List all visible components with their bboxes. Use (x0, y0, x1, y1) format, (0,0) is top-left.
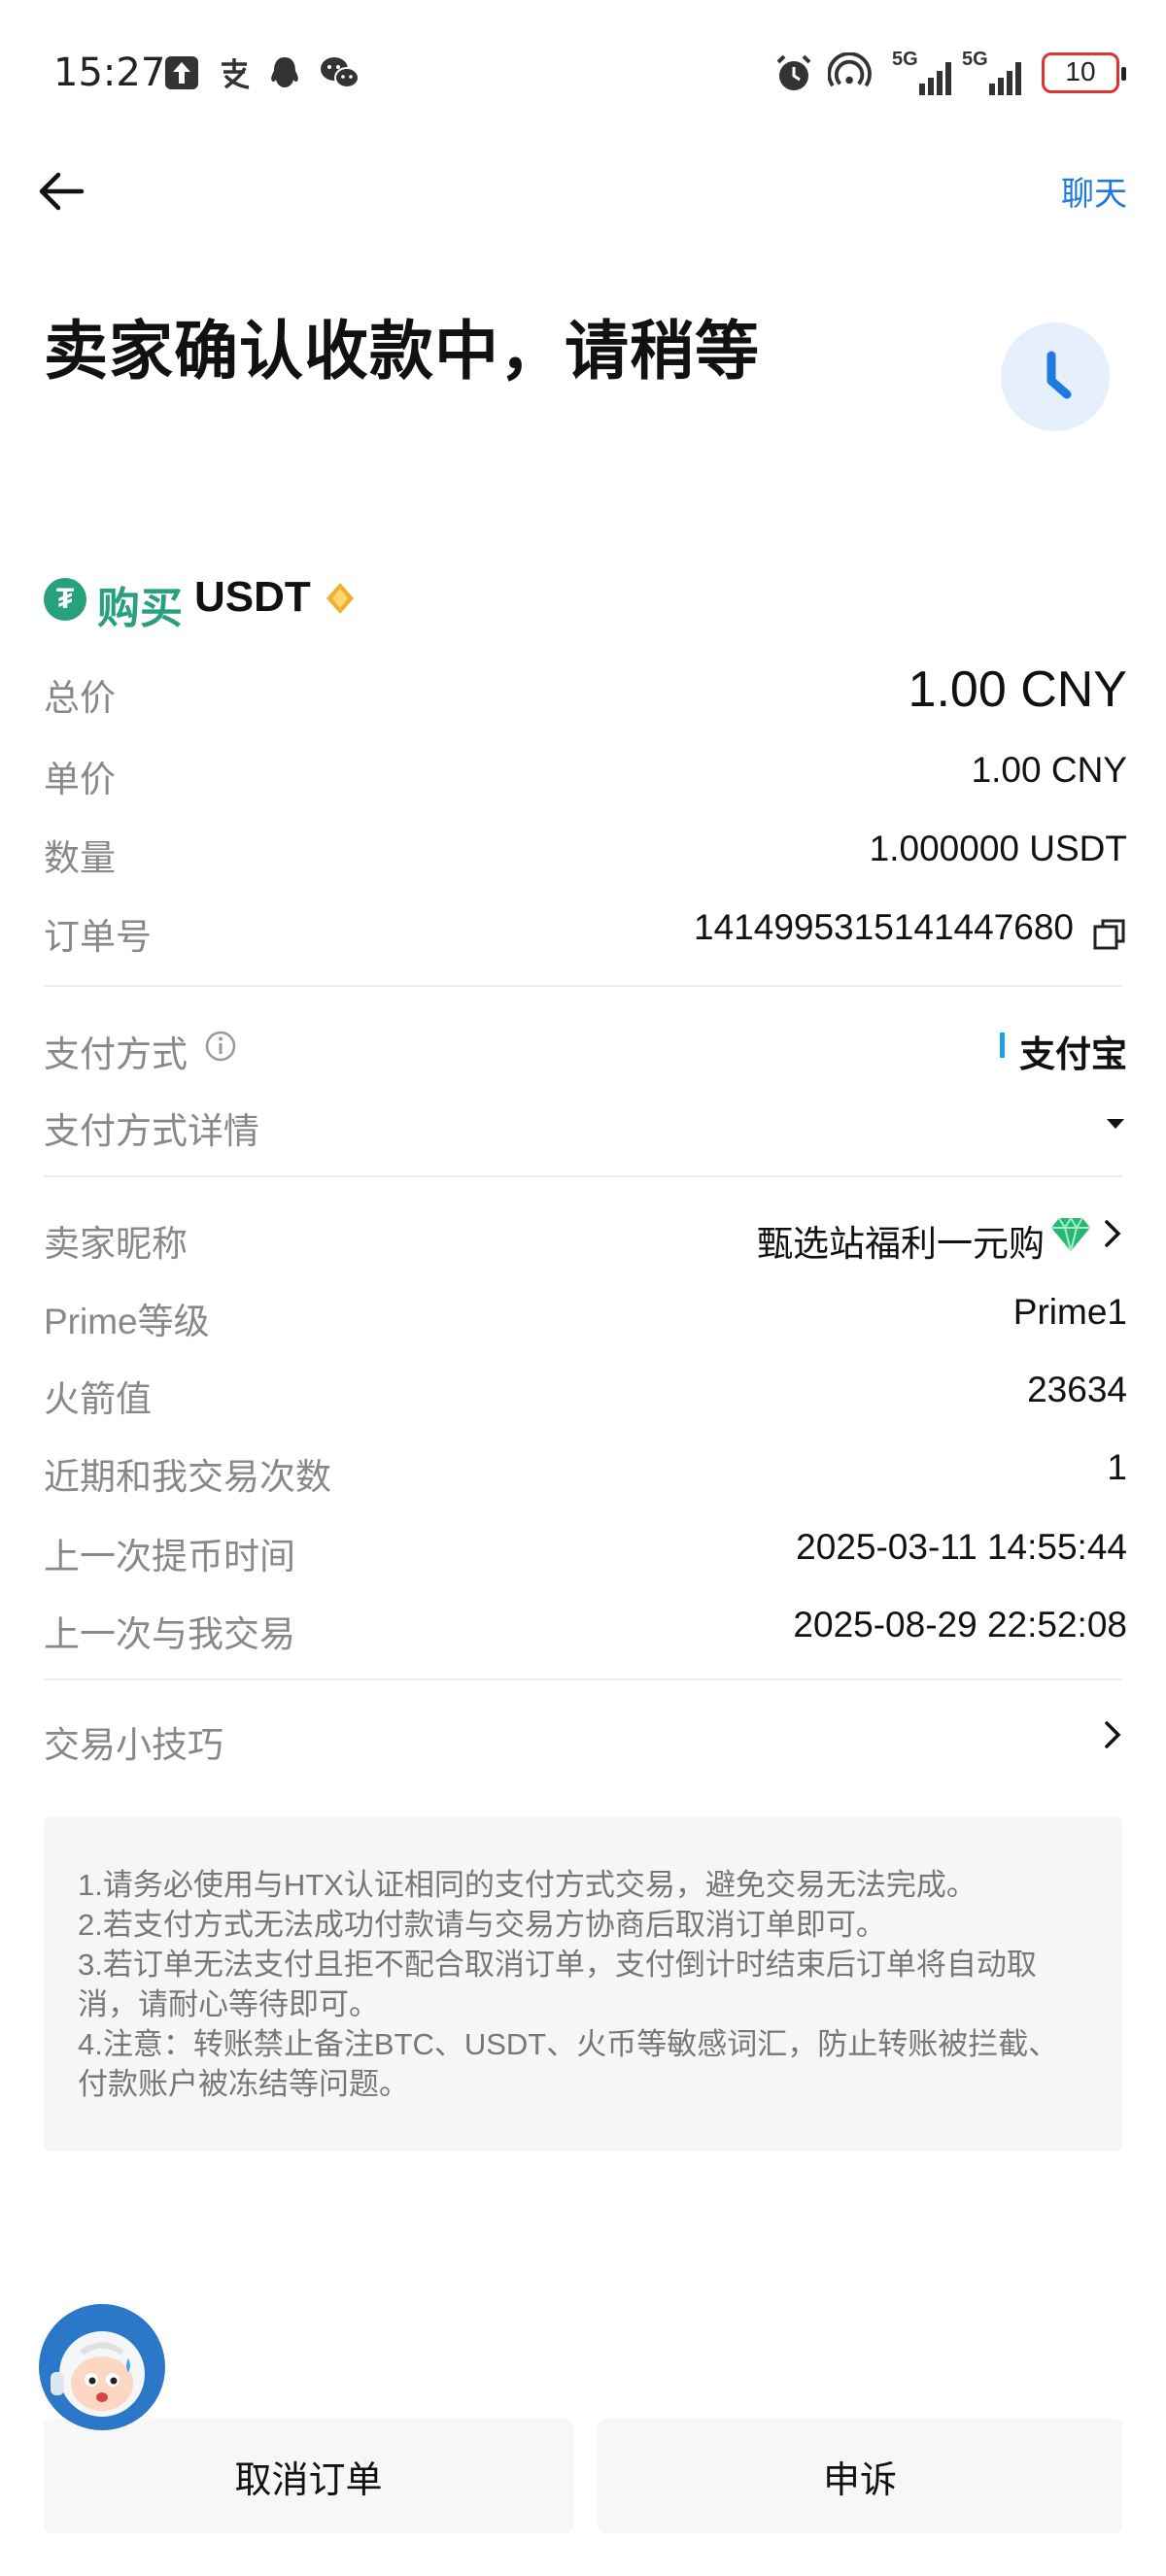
seller-nickname-value[interactable]: 甄选站福利一元购 (757, 1214, 1045, 1267)
appeal-button[interactable]: 申诉 (598, 2419, 1122, 2533)
upload-icon (165, 56, 198, 89)
unit-price-label: 单价 (44, 760, 116, 799)
last-withdraw-label: 上一次提币时间 (44, 1537, 295, 1576)
waiting-clock-badge (1001, 322, 1110, 431)
green-diamond-icon (1051, 1217, 1090, 1252)
chevron-right-icon[interactable] (1100, 1218, 1125, 1249)
notice-item-3: 3.若订单无法支付且拒不配合取消订单，支付倒计时结束后订单将自动取消，请耐心等待… (78, 1948, 1037, 2021)
back-arrow-icon[interactable] (37, 170, 86, 213)
alipay-status-icon (222, 58, 250, 89)
rocket-value-label: 火箭值 (44, 1379, 152, 1419)
tips-chevron-right-icon[interactable] (1100, 1719, 1125, 1750)
wechat-icon (321, 57, 360, 88)
trade-count-label: 近期和我交易次数 (44, 1457, 331, 1497)
last-withdraw-value: 2025-03-11 14:55:44 (796, 1527, 1127, 1567)
quantity-label: 数量 (44, 838, 116, 878)
notice-box: 1.请务必使用与HTX认证相同的支付方式交易，避免交易无法完成。 2.若支付方式… (44, 1816, 1122, 2152)
page-title: 卖家确认收款中，请稍等 (44, 315, 760, 387)
tether-icon: ₮ (44, 578, 86, 621)
trading-tips-label[interactable]: 交易小技巧 (44, 1715, 223, 1768)
divider (44, 1678, 1122, 1680)
info-icon[interactable] (204, 1030, 237, 1063)
signal-icon-2 (989, 62, 1021, 95)
payment-details-label[interactable]: 支付方式详情 (44, 1102, 259, 1154)
divider (44, 1175, 1122, 1177)
order-id-value: 1414995315141447680 (694, 907, 1074, 947)
total-price-label: 总价 (44, 678, 116, 718)
notice-item-4: 4.注意：转账禁止备注BTC、USDT、火币等敏感词汇，防止转账被拦截、付款账户… (78, 2027, 1059, 2101)
seller-nickname-label: 卖家昵称 (44, 1224, 188, 1264)
diamond-badge-icon (326, 583, 354, 614)
battery-indicator: 10 (1042, 52, 1126, 93)
prime-level-value: Prime1 (1012, 1292, 1127, 1332)
prime-level-label: Prime等级 (44, 1302, 210, 1341)
payment-method-label: 支付方式 (44, 1034, 188, 1074)
quantity-value: 1.000000 USDT (869, 829, 1127, 868)
last-trade-label: 上一次与我交易 (44, 1614, 295, 1654)
divider (44, 985, 1122, 987)
hotspot-icon (828, 52, 872, 87)
rocket-value: 23634 (1027, 1370, 1127, 1409)
signal-icon (919, 62, 951, 95)
cancel-order-button[interactable]: 取消订单 (44, 2419, 573, 2533)
alarm-icon (776, 54, 811, 90)
copy-icon[interactable] (1092, 917, 1127, 952)
order-coin: USDT (194, 573, 311, 621)
chat-link[interactable]: 聊天 (1061, 167, 1127, 215)
clock-icon (1046, 351, 1072, 399)
payment-method-value: 支付宝 (1019, 1034, 1127, 1074)
alipay-color-bar (1000, 1033, 1005, 1058)
unit-price-value: 1.00 CNY (971, 750, 1127, 790)
order-action: 购买 (97, 585, 183, 632)
trade-count-value: 1 (1107, 1447, 1127, 1487)
order-id-label: 订单号 (44, 917, 152, 957)
total-price-value: 1.00 CNY (908, 661, 1127, 718)
qq-icon (271, 57, 298, 87)
support-avatar[interactable] (39, 2304, 165, 2430)
status-time: 15:27 (53, 51, 166, 95)
caret-down-icon[interactable] (1104, 1111, 1127, 1135)
notice-item-1: 1.请务必使用与HTX认证相同的支付方式交易，避免交易无法完成。 (78, 1868, 977, 1902)
notice-item-2: 2.若支付方式无法成功付款请与交易方协商后取消订单即可。 (78, 1908, 886, 1942)
astronaut-mascot-icon (42, 2307, 162, 2427)
last-trade-value: 2025-08-29 22:52:08 (793, 1605, 1127, 1644)
